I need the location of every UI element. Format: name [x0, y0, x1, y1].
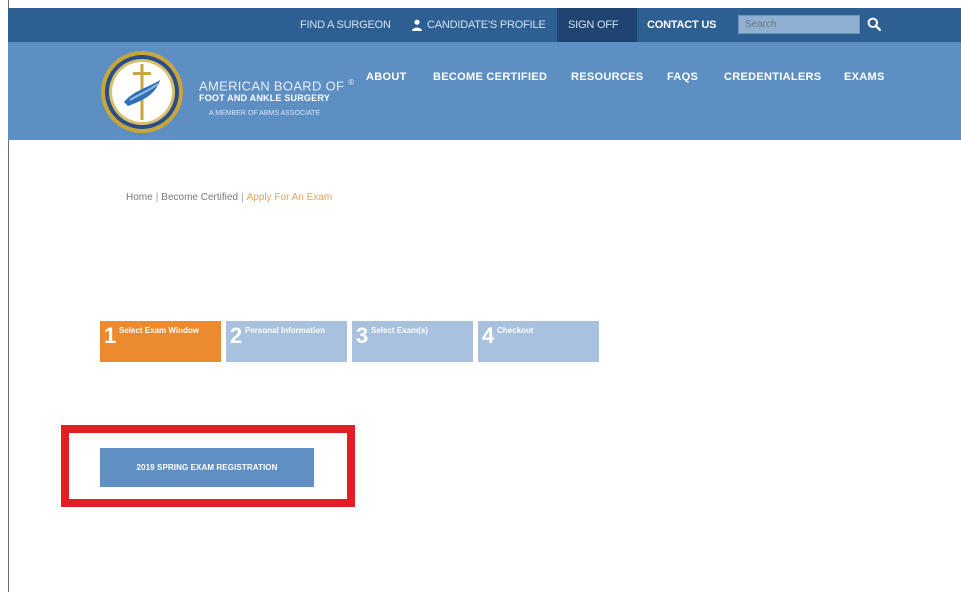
sign-off-link[interactable]: SIGN OFF [568, 8, 619, 42]
breadcrumb-separator: | [155, 192, 159, 203]
breadcrumb-become-certified[interactable]: Become Certified [161, 192, 238, 203]
nav-faqs[interactable]: FAQS [667, 71, 698, 83]
step-number: 3 [356, 323, 369, 348]
nav-become-certified[interactable]: BECOME CERTIFIED [433, 71, 547, 83]
nav-resources[interactable]: RESOURCES [571, 71, 643, 83]
org-tagline: A MEMBER OF ABMS ASSOCIATE [209, 110, 321, 117]
nav-credentialers[interactable]: CREDENTIALERS [724, 71, 821, 83]
find-surgeon-link[interactable]: FIND A SURGEON [300, 8, 391, 42]
org-name: AMERICAN BOARD OF ® [199, 78, 355, 94]
spring-exam-registration-button[interactable]: 2019 SPRING EXAM REGISTRATION [100, 448, 314, 487]
breadcrumb-home[interactable]: Home [126, 192, 153, 203]
step-label: Select Exam(s) [371, 326, 428, 335]
abfas-seal-logo[interactable] [100, 50, 184, 134]
search-icon[interactable] [867, 17, 881, 31]
search-input[interactable] [738, 15, 860, 34]
step-select-exam-window[interactable]: 1 Select Exam Window [100, 321, 221, 362]
contact-us-link[interactable]: CONTACT US [647, 8, 716, 42]
step-number: 2 [230, 323, 243, 348]
user-icon [412, 19, 422, 31]
step-select-exams[interactable]: 3 Select Exam(s) [352, 321, 473, 362]
step-label: Select Exam Window [119, 326, 199, 335]
step-number: 4 [482, 323, 495, 348]
breadcrumb: Home | Become Certified | Apply For An Exam [126, 192, 332, 203]
breadcrumb-separator: | [241, 192, 244, 203]
step-number: 1 [104, 323, 117, 348]
candidate-profile-link[interactable]: CANDIDATE'S PROFILE [427, 8, 546, 42]
step-label: Checkout [497, 326, 534, 335]
breadcrumb-current: Apply For An Exam [246, 192, 333, 203]
step-checkout[interactable]: 4 Checkout [478, 321, 599, 362]
nav-about[interactable]: ABOUT [366, 71, 407, 83]
step-label: Personal Information [245, 326, 326, 335]
org-subtitle: FOOT AND ANKLE SURGERY [199, 93, 330, 103]
nav-exams[interactable]: EXAMS [844, 71, 885, 83]
utility-bar: FIND A SURGEON CANDIDATE'S PROFILE SIGN … [8, 8, 961, 42]
step-personal-information[interactable]: 2 Personal Information [226, 321, 347, 362]
site-header: AMERICAN BOARD OF ® FOOT AND ANKLE SURGE… [8, 42, 961, 140]
